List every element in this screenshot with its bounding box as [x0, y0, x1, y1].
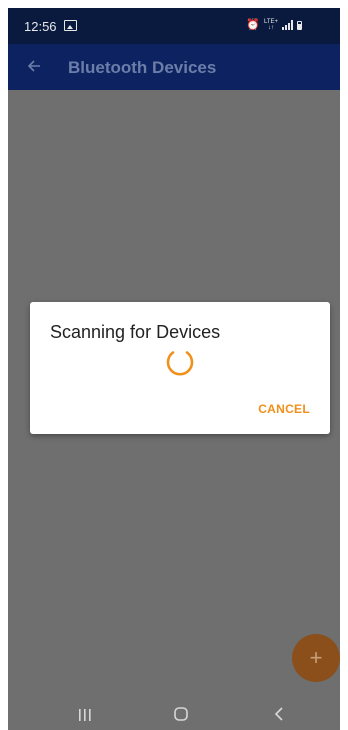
system-nav-bar — [8, 694, 340, 730]
loading-spinner-icon — [164, 346, 196, 378]
status-left-icons — [64, 19, 77, 34]
cancel-button[interactable]: CANCEL — [258, 402, 310, 416]
recent-apps-icon[interactable] — [78, 708, 92, 726]
signal-icon — [282, 20, 293, 30]
plus-icon: + — [309, 645, 323, 670]
home-icon[interactable] — [174, 707, 188, 726]
battery-icon — [297, 20, 302, 30]
back-icon[interactable] — [274, 707, 284, 726]
dialog-title: Scanning for Devices — [50, 322, 221, 342]
image-icon — [64, 20, 77, 31]
page-title: Bluetooth Devices — [68, 58, 217, 77]
arrow-left-icon[interactable] — [22, 54, 46, 78]
app-bar: Bluetooth Devices — [8, 44, 340, 90]
lte-icon: LTE+ ↓↑ — [263, 19, 278, 31]
alarm-icon: ⏰ — [246, 19, 260, 31]
status-right-icons: ⏰ LTE+ ↓↑ — [246, 19, 302, 31]
status-bar: 12:56 ⏰ LTE+ ↓↑ — [8, 8, 340, 44]
lte-label: LTE+ — [263, 19, 278, 25]
add-device-button[interactable]: + — [292, 634, 340, 682]
phone-screen: 12:56 ⏰ LTE+ ↓↑ Bluetooth Devices Scannin… — [8, 8, 340, 730]
scanning-dialog: Scanning for Devices CANCEL — [30, 302, 330, 434]
status-time: 12:56 — [24, 19, 57, 34]
